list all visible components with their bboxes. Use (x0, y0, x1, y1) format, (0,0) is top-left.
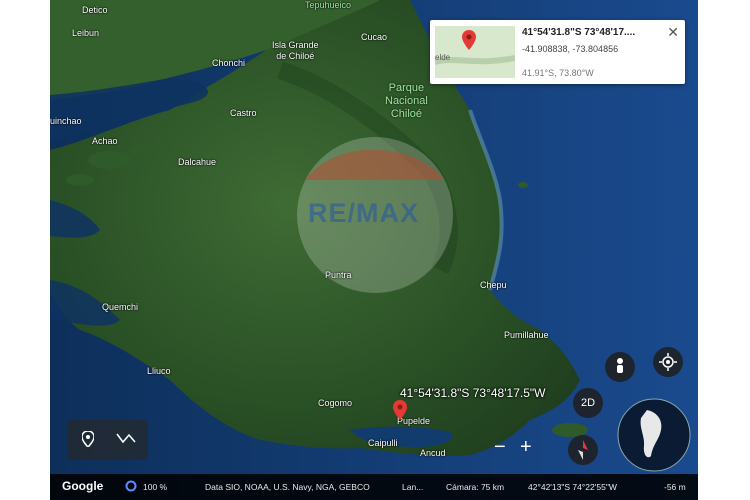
street-view-pegman-button[interactable] (605, 352, 635, 382)
place-caipulli: Caipulli (368, 438, 398, 448)
place-pumillahue: Pumillahue (504, 330, 549, 340)
place-leibun: Leibun (72, 28, 100, 38)
coordinate-dms: 41°54'31.8"S 73°48'17.... (522, 27, 636, 38)
location-pin-icon[interactable] (393, 400, 407, 425)
place-chonchi: Chonchi (212, 58, 246, 68)
attribution-text: Data SIO, NOAA, U.S. Navy, NGA, GEBCO (205, 482, 370, 492)
place-detico: Detico (82, 5, 108, 15)
place-quinchao: uinchao (50, 116, 82, 126)
pin-tool-icon[interactable] (81, 430, 95, 450)
globe-minimap[interactable] (617, 398, 691, 472)
close-icon[interactable]: ✕ (667, 24, 679, 41)
place-achao: Achao (92, 136, 118, 146)
compass-icon (578, 440, 588, 460)
place-dalcahue: Dalcahue (178, 157, 217, 167)
place-isla-grande: Isla Grande de Chiloé (272, 40, 319, 61)
place-chepu: Chepu (480, 280, 507, 290)
globe-icon (617, 398, 691, 472)
remax-watermark: RE/MAX (308, 198, 420, 228)
thumbnail-label: elde (435, 53, 451, 62)
place-lliuco: Lliuco (147, 366, 171, 376)
zoom-out-button[interactable]: − (494, 436, 506, 459)
pin-coordinate-label: 41°54'31.8"S 73°48'17.5"W (400, 386, 546, 400)
my-location-button[interactable] (653, 347, 683, 377)
google-logo: Google (62, 479, 104, 493)
zoom-in-button[interactable]: + (520, 436, 532, 459)
crosshair-icon (659, 353, 677, 371)
coordinate-decimal: -41.908838, -73.804856 (522, 44, 619, 54)
compass-button[interactable] (568, 435, 598, 465)
park-label: Parque Nacional Chiloé (385, 82, 428, 120)
loading-ring-icon (125, 480, 137, 494)
pegman-icon (617, 358, 623, 373)
place-tepuhueico: Tepuhueico (305, 0, 352, 10)
place-ancud: Ancud (420, 448, 446, 458)
place-quemchi: Quemchi (102, 302, 139, 312)
status-footer: Google 100 % Data SIO, NOAA, U.S. Navy, … (50, 474, 698, 500)
satellite-map[interactable]: RE/MAX Parque Nacional Chiloé Detico Tep… (50, 0, 698, 500)
coordinate-short: 41.91°S, 73.80°W (522, 68, 594, 78)
measure-path-icon[interactable] (116, 431, 136, 448)
place-puntra: Puntra (325, 270, 352, 280)
location-thumbnail[interactable]: elde (435, 26, 515, 78)
place-cucao: Cucao (361, 32, 388, 42)
location-info-card: elde 41°54'31.8"S 73°48'17.... -41.90883… (430, 20, 685, 84)
place-cogomo: Cogomo (318, 398, 353, 408)
place-castro: Castro (230, 108, 257, 118)
camera-altitude: Cámara: 75 km (446, 482, 505, 492)
elevation: -56 m (664, 482, 686, 492)
zoom-percent: 100 % (143, 482, 168, 492)
zoom-controls: − + (488, 430, 548, 470)
toggle-2d-button[interactable]: 2D (573, 388, 603, 418)
map-tools-panel (68, 420, 148, 460)
attribution-more-link[interactable]: Lan... (402, 482, 423, 492)
cursor-coordinates: 42°42'13"S 74°22'55"W (528, 482, 617, 492)
